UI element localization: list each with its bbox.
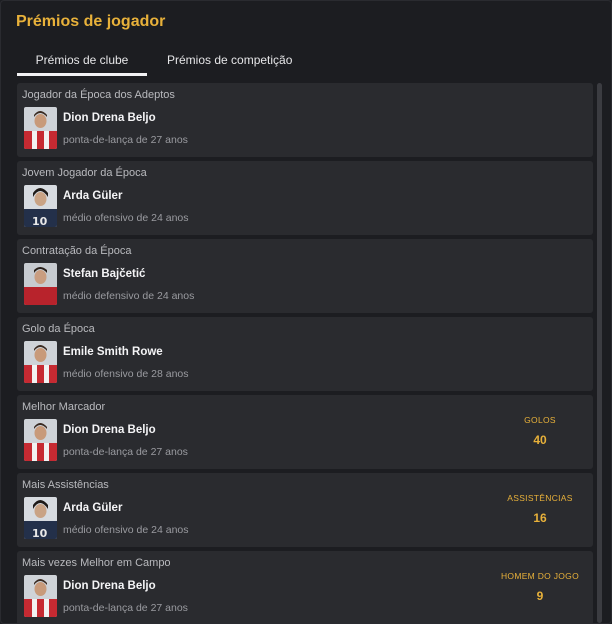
player-name[interactable]: Dion Drena Beljo <box>63 424 156 436</box>
award-title: Contratação da Época <box>22 245 132 257</box>
tab-competition-awards[interactable]: Prémios de competição <box>167 45 292 76</box>
svg-text:10: 10 <box>32 527 48 539</box>
award-card[interactable]: Melhor Marcador Dion Drena Beljo ponta-de-… <box>17 395 593 469</box>
award-card[interactable]: Jovem Jogador da Época 10 Arda Güler médio … <box>17 161 593 235</box>
award-title: Jovem Jogador da Época <box>22 167 147 179</box>
player-name[interactable]: Stefan Bajčetić <box>63 268 145 280</box>
award-title: Mais vezes Melhor em Campo <box>22 557 171 569</box>
player-description: médio defensivo de 24 anos <box>63 290 195 302</box>
award-card[interactable]: Mais Assistências 10 Arda Güler médio ofens… <box>17 473 593 547</box>
award-title: Jogador da Época dos Adeptos <box>22 89 175 101</box>
player-description: médio ofensivo de 24 anos <box>63 212 189 224</box>
award-card[interactable]: Jogador da Época dos Adeptos Dion Drena B… <box>17 83 593 157</box>
stat-label: GOLOS <box>524 415 556 425</box>
award-card[interactable]: Contratação da Época Stefan Bajčetić médio… <box>17 239 593 313</box>
player-name[interactable]: Arda Güler <box>63 502 122 514</box>
player-avatar[interactable] <box>24 107 57 149</box>
player-avatar[interactable] <box>24 341 57 383</box>
player-awards-panel: Prémios de jogador Prémios de clube Prém… <box>0 0 612 624</box>
player-name[interactable]: Dion Drena Beljo <box>63 580 156 592</box>
stat-label: HOMEM DO JOGO <box>500 571 580 581</box>
player-avatar[interactable]: 10 <box>24 185 57 227</box>
scrollbar[interactable] <box>597 83 602 623</box>
award-title: Golo da Época <box>22 323 95 335</box>
player-avatar[interactable] <box>24 575 57 617</box>
player-description: médio ofensivo de 28 anos <box>63 368 189 380</box>
player-avatar[interactable] <box>24 419 57 461</box>
panel-title: Prémios de jogador <box>16 13 166 30</box>
player-name[interactable]: Arda Güler <box>63 190 122 202</box>
player-avatar[interactable]: 10 <box>24 497 57 539</box>
award-stat: HOMEM DO JOGO 9 <box>495 571 585 603</box>
stat-value: 16 <box>533 511 547 525</box>
award-stat: GOLOS 40 <box>495 415 585 447</box>
stat-value: 9 <box>536 589 544 603</box>
player-name[interactable]: Emile Smith Rowe <box>63 346 163 358</box>
player-description: médio ofensivo de 24 anos <box>63 524 189 536</box>
awards-list: Jogador da Época dos Adeptos Dion Drena B… <box>17 83 593 623</box>
svg-text:10: 10 <box>32 215 48 227</box>
player-avatar[interactable] <box>24 263 57 305</box>
stat-value: 40 <box>533 433 547 447</box>
award-title: Mais Assistências <box>22 479 109 491</box>
player-description: ponta-de-lança de 27 anos <box>63 134 188 146</box>
award-card[interactable]: Mais vezes Melhor em Campo Dion Drena Bel… <box>17 551 593 623</box>
award-title: Melhor Marcador <box>22 401 106 413</box>
stat-label: ASSISTÊNCIAS <box>507 493 573 503</box>
tabs: Prémios de clube Prémios de competição <box>17 45 292 79</box>
award-stat: ASSISTÊNCIAS 16 <box>495 493 585 525</box>
player-description: ponta-de-lança de 27 anos <box>63 602 188 614</box>
award-card[interactable]: Golo da Época Emile Smith Rowe médio ofens… <box>17 317 593 391</box>
player-name[interactable]: Dion Drena Beljo <box>63 112 156 124</box>
tab-club-awards[interactable]: Prémios de clube <box>17 45 147 76</box>
player-description: ponta-de-lança de 27 anos <box>63 446 188 458</box>
